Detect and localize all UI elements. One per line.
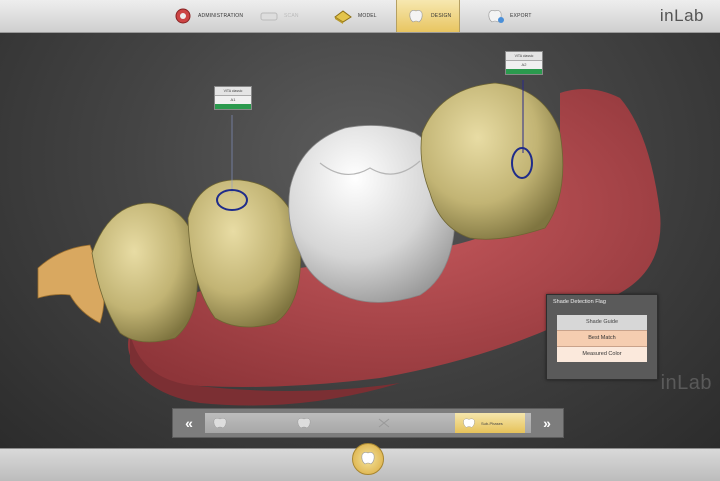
tooth-phase-icon xyxy=(463,418,475,428)
next-phase-button[interactable]: » xyxy=(533,409,561,437)
active-phase[interactable]: Sub-Phases xyxy=(455,413,525,433)
step-administration[interactable]: ADMINISTRATION xyxy=(172,0,243,32)
prev-phase-button[interactable]: « xyxy=(175,409,203,437)
shade-tag-title: VITA classic xyxy=(514,54,534,58)
shade-tag-title: VITA classic xyxy=(223,89,243,93)
step-scan[interactable]: SCAN xyxy=(258,0,299,32)
tooth-icon xyxy=(361,452,375,465)
shade-option-best-match[interactable]: Best Match xyxy=(557,330,647,347)
shade-option-measured[interactable]: Measured Color xyxy=(557,347,647,362)
watermark: inLab xyxy=(660,372,712,394)
shade-tag[interactable]: VITA classic A2 xyxy=(505,51,543,75)
step-export[interactable]: EXPORT xyxy=(484,0,532,32)
step-label: EXPORT xyxy=(510,13,532,19)
3d-viewport[interactable]: VITA classic A1 VITA classic A2 xyxy=(0,33,720,448)
model-icon xyxy=(334,10,352,24)
tooth-tools-button[interactable] xyxy=(352,443,384,475)
step-label: ADMINISTRATION xyxy=(198,13,244,19)
footer-bar xyxy=(0,443,720,481)
shade-option-guide[interactable]: Shade Guide xyxy=(557,315,647,330)
tooth-phase-icon[interactable] xyxy=(211,416,229,430)
workflow-bar: ADMINISTRATION SCAN MODEL DESIGN EXPORT … xyxy=(0,0,720,33)
panel-title: Shade Detection Flag xyxy=(553,299,606,305)
tools-phase-icon[interactable] xyxy=(375,416,393,430)
administration-icon xyxy=(175,8,191,24)
tooth-phase-icon[interactable] xyxy=(295,416,313,430)
tooth-premolar-left xyxy=(91,202,198,343)
shade-detection-panel: Shade Detection Flag Shade Guide Best Ma… xyxy=(546,294,658,380)
brand-logo: inLab xyxy=(659,6,704,25)
tooth-design-icon xyxy=(409,10,423,23)
dental-model[interactable] xyxy=(0,33,720,448)
step-design[interactable]: DESIGN xyxy=(396,0,461,32)
step-label: SCAN xyxy=(284,13,299,19)
step-label: MODEL xyxy=(358,13,377,19)
shade-tag-value: A2 xyxy=(506,60,542,69)
shade-tag-indicator xyxy=(506,69,542,74)
export-icon xyxy=(488,10,504,23)
step-model[interactable]: MODEL xyxy=(332,0,377,32)
scan-icon xyxy=(260,12,278,21)
shade-tag-value: A1 xyxy=(215,95,251,104)
step-label: DESIGN xyxy=(431,13,452,19)
active-phase-label: Sub-Phases xyxy=(481,420,503,426)
shade-tag-indicator xyxy=(215,104,251,109)
phase-navigator: « Sub-Phases » xyxy=(172,408,564,438)
shade-tag[interactable]: VITA classic A1 xyxy=(214,86,252,110)
phase-track: Sub-Phases xyxy=(205,413,531,433)
tooth-molar-right xyxy=(420,82,564,240)
